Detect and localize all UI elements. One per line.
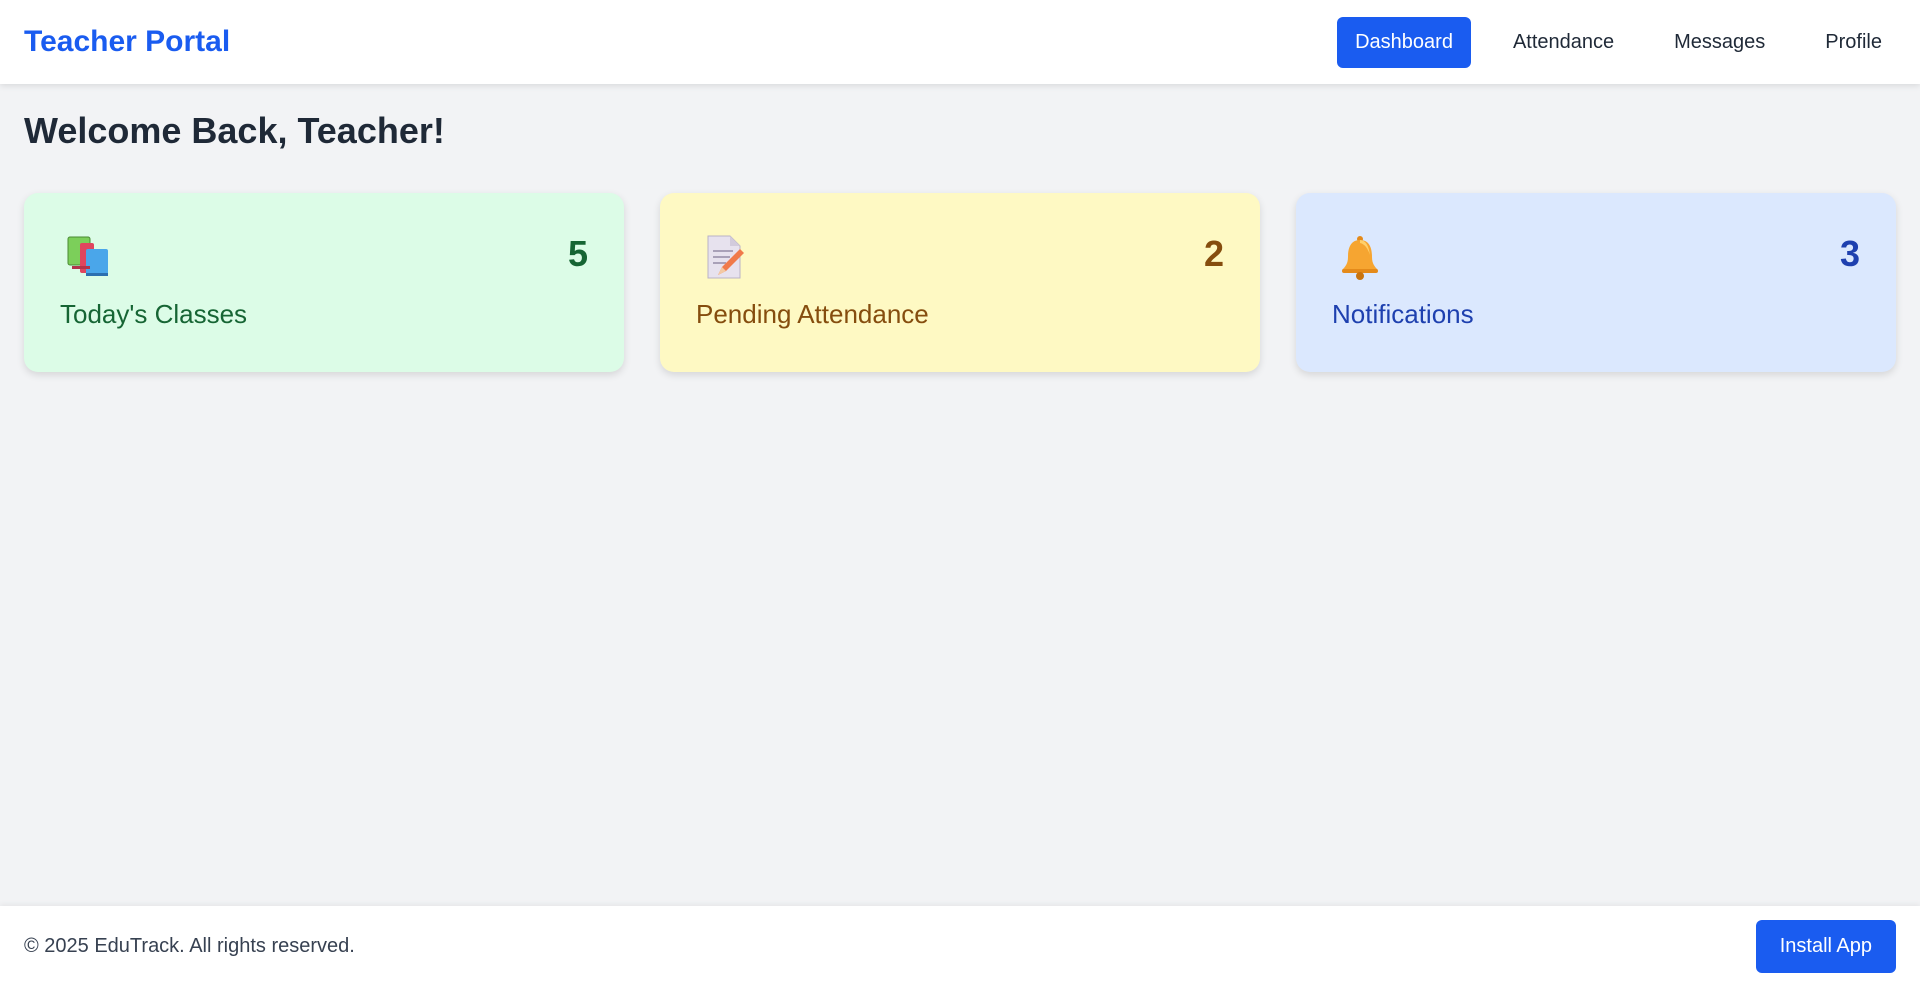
- main-nav: Dashboard Attendance Messages Profile: [1337, 16, 1900, 68]
- footer: © 2025 EduTrack. All rights reserved. In…: [0, 906, 1920, 986]
- books-icon: [64, 233, 112, 281]
- top-navbar: Teacher Portal Dashboard Attendance Mess…: [0, 0, 1920, 84]
- classes-label: Today's Classes: [60, 299, 248, 329]
- card-notifications[interactable]: 3 Notifications: [1296, 193, 1896, 372]
- copyright-text: © 2025 EduTrack. All rights reserved.: [24, 934, 355, 957]
- pending-attendance-label: Pending Attendance: [696, 299, 929, 329]
- nav-attendance[interactable]: Attendance: [1495, 17, 1632, 68]
- nav-dashboard[interactable]: Dashboard: [1337, 16, 1471, 68]
- card-todays-classes[interactable]: 5 Today's Classes: [24, 193, 624, 372]
- brand-title[interactable]: Teacher Portal: [24, 25, 230, 59]
- card-pending-attendance[interactable]: 2 Pending Attendance: [660, 193, 1260, 372]
- page-title: Welcome Back, Teacher!: [24, 110, 445, 151]
- install-app-button[interactable]: Install App: [1755, 919, 1896, 973]
- nav-messages[interactable]: Messages: [1656, 17, 1783, 68]
- notifications-label: Notifications: [1332, 299, 1474, 329]
- nav-profile[interactable]: Profile: [1807, 17, 1900, 68]
- classes-count: 5: [567, 233, 588, 274]
- summary-cards: 5 Today's Classes 2 Pending Attendance 3…: [24, 193, 1896, 372]
- notifications-count: 3: [1839, 233, 1860, 274]
- bell-icon: [1336, 233, 1384, 281]
- memo-icon: [700, 233, 748, 281]
- pending-attendance-count: 2: [1203, 233, 1224, 274]
